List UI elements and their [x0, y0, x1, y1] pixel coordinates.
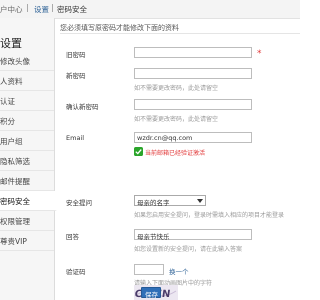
captcha-field[interactable]: [134, 264, 164, 275]
sidebar-item-profile[interactable]: 人资料: [0, 71, 54, 91]
email-label: Email: [66, 134, 85, 142]
breadcrumb-separator: |: [26, 3, 29, 12]
sidebar-item-permissions[interactable]: 权限管理: [0, 211, 54, 231]
security-question-select[interactable]: 母亲的名字: [134, 195, 206, 207]
breadcrumb-home[interactable]: 户中心: [0, 4, 23, 15]
check-icon: [134, 147, 143, 156]
sidebar-item-vip[interactable]: 尊贵VIP: [0, 231, 54, 251]
security-question-label: 安全提问: [66, 199, 92, 207]
password-settings-page: 户中心 | 设置 | 密码安全 设置 修改头像 人资料 认证 积分 用户组 隐私…: [0, 0, 300, 300]
sidebar-item-label: 积分: [0, 117, 15, 126]
old-password-field[interactable]: [134, 47, 252, 58]
sidebar-item-privacy[interactable]: 隐私筛选: [0, 151, 54, 171]
answer-label: 回答: [66, 233, 79, 241]
answer-value: 母亲节快乐: [137, 233, 170, 241]
breadcrumb-settings[interactable]: 设置: [34, 4, 49, 15]
sidebar-item-label: 密码安全: [0, 197, 30, 206]
sidebar-item-label: 人资料: [0, 77, 23, 86]
chevron-down-icon: [197, 199, 203, 203]
sidebar-item-label: 隐私筛选: [0, 157, 30, 166]
divider: [60, 33, 300, 34]
save-button[interactable]: 保存: [141, 287, 161, 299]
breadcrumb: 户中心 | 设置 | 密码安全: [0, 0, 300, 19]
sidebar-title: 设置: [0, 37, 22, 50]
confirm-password-field[interactable]: [134, 99, 252, 110]
breadcrumb-current: 密码安全: [57, 5, 87, 14]
breadcrumb-separator: |: [51, 3, 54, 12]
sidebar-item-label: 修改头像: [0, 57, 30, 66]
sidebar-item-password-security[interactable]: 密码安全: [0, 191, 57, 211]
form-notice: 您必须填写原密码才能修改下面的资料: [60, 24, 179, 32]
save-button-label: 保存: [145, 291, 158, 299]
old-password-label: 旧密码: [66, 51, 86, 59]
confirm-password-label: 确认新密码: [66, 103, 99, 111]
answer-field[interactable]: 母亲节快乐: [134, 229, 252, 241]
captcha-refresh-link[interactable]: 换一个: [169, 266, 189, 276]
sidebar-item-label: 邮件提醒: [0, 177, 30, 186]
new-password-label: 新密码: [66, 72, 86, 80]
email-field[interactable]: wzdr.cn@qq.com: [134, 132, 252, 143]
sidebar-item-usergroup[interactable]: 用户组: [0, 131, 54, 151]
sidebar-item-label: 尊贵VIP: [0, 237, 27, 246]
sidebar-item-avatar[interactable]: 修改头像: [0, 51, 54, 71]
sidebar-item-label: 认证: [0, 97, 15, 106]
sidebar-item-mail-notify[interactable]: 邮件提醒: [0, 171, 54, 191]
sidebar-item-label: 用户组: [0, 137, 23, 146]
security-question-selected: 母亲的名字: [137, 199, 170, 207]
new-password-field[interactable]: [134, 68, 252, 79]
sidebar: 设置 修改头像 人资料 认证 积分 用户组 隐私筛选 邮件提醒 密码安全 权限管…: [0, 18, 57, 300]
email-value: wzdr.cn@qq.com: [137, 134, 193, 142]
security-question-hint: 如果您启用安全提问，登录时需填入相应的项目才能登录: [134, 212, 285, 219]
answer-hint: 如您设置新的安全提问，请在此输入答案: [134, 246, 243, 253]
sidebar-item-verification[interactable]: 认证: [0, 91, 54, 111]
new-password-hint: 如不需要更改密码，此处请留空: [134, 85, 219, 92]
required-mark: *: [257, 49, 262, 59]
confirm-password-hint: 如不需要更改密码，此处请留空: [134, 116, 219, 123]
email-status-text: 当前邮箱已经验证激活: [145, 150, 206, 157]
sidebar-item-label: 权限管理: [0, 217, 30, 226]
sidebar-item-credits[interactable]: 积分: [0, 111, 54, 131]
captcha-label: 验证码: [66, 268, 86, 276]
